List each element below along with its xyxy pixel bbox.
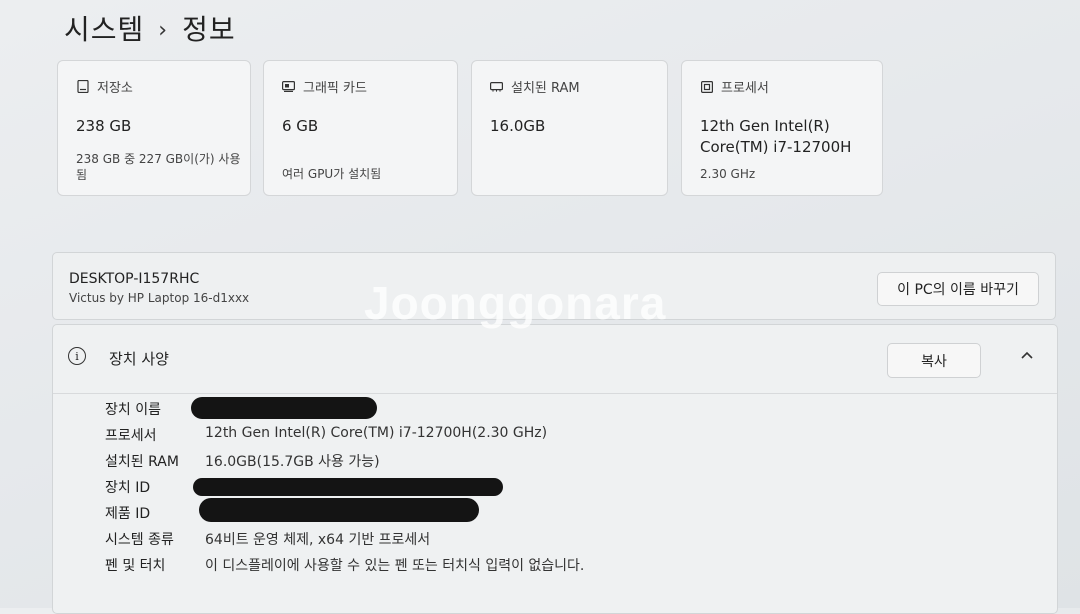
breadcrumb-parent[interactable]: 시스템 — [64, 13, 144, 46]
storage-card: 저장소 238 GB 238 GB 중 227 GB이(가) 사용됨 — [57, 60, 251, 196]
device-specifications-title: 장치 사양 — [109, 350, 169, 368]
spec-label: 펜 및 터치 — [105, 558, 166, 574]
copy-button[interactable]: 복사 — [887, 343, 981, 378]
spec-label: 설치된 RAM — [105, 454, 179, 470]
processor-card-sub: 2.30 GHz — [700, 167, 756, 181]
chevron-up-icon[interactable] — [1019, 347, 1035, 363]
spec-value: 64비트 운영 체제, x64 기반 프로세서 — [205, 532, 431, 548]
graphics-card-sub: 여러 GPU가 설치됨 — [282, 167, 382, 181]
device-specifications-header[interactable]: i 장치 사양 복사 — [53, 325, 1057, 394]
storage-icon — [76, 80, 89, 93]
spec-value: 16.0GB(15.7GB 사용 가능) — [205, 454, 380, 470]
graphics-card-value: 6 GB — [282, 117, 319, 135]
storage-card-sub: 238 GB 중 227 GB이(가) 사용됨 — [76, 152, 241, 182]
ram-card: 설치된 RAM 16.0GB — [471, 60, 668, 196]
processor-icon — [700, 80, 713, 93]
device-model: Victus by HP Laptop 16-d1xxx — [69, 291, 250, 305]
redaction-mark — [193, 478, 503, 496]
ram-card-title: 설치된 RAM — [511, 81, 580, 96]
processor-card-value: 12th Gen Intel(R) Core(TM) i7-12700H — [700, 117, 852, 156]
page-title: 정보 — [182, 13, 236, 46]
storage-card-value: 238 GB — [76, 117, 132, 135]
redaction-mark — [191, 397, 377, 419]
pc-name: DESKTOP-I157RHC — [69, 271, 200, 287]
spec-label: 제품 ID — [105, 506, 151, 522]
spec-value: 12th Gen Intel(R) Core(TM) i7-12700H(2.3… — [205, 425, 548, 441]
breadcrumb-separator: › — [158, 18, 169, 43]
graphics-card-icon — [282, 80, 295, 93]
spec-label: 장치 이름 — [105, 402, 161, 418]
spec-label: 시스템 종류 — [105, 532, 174, 548]
spec-label: 프로세서 — [105, 428, 157, 444]
processor-card-title: 프로세서 — [721, 81, 769, 96]
graphics-card-title: 그래픽 카드 — [303, 81, 367, 96]
redaction-mark — [199, 498, 479, 522]
watermark: Joonggonara — [364, 277, 667, 329]
storage-card-title: 저장소 — [97, 81, 133, 96]
ram-icon — [490, 80, 503, 93]
spec-value: 이 디스플레이에 사용할 수 있는 펜 또는 터치식 입력이 없습니다. — [205, 558, 585, 574]
device-specifications-panel: i 장치 사양 복사 장치 이름 프로세서 12th Gen Intel(R) … — [52, 324, 1058, 614]
info-icon: i — [68, 347, 86, 365]
breadcrumb: 시스템 › 정보 — [64, 8, 236, 48]
ram-card-value: 16.0GB — [490, 117, 546, 135]
processor-card: 프로세서 12th Gen Intel(R) Core(TM) i7-12700… — [681, 60, 883, 196]
graphics-card: 그래픽 카드 6 GB 여러 GPU가 설치됨 — [263, 60, 458, 196]
rename-pc-button[interactable]: 이 PC의 이름 바꾸기 — [877, 272, 1039, 306]
spec-label: 장치 ID — [105, 480, 151, 496]
